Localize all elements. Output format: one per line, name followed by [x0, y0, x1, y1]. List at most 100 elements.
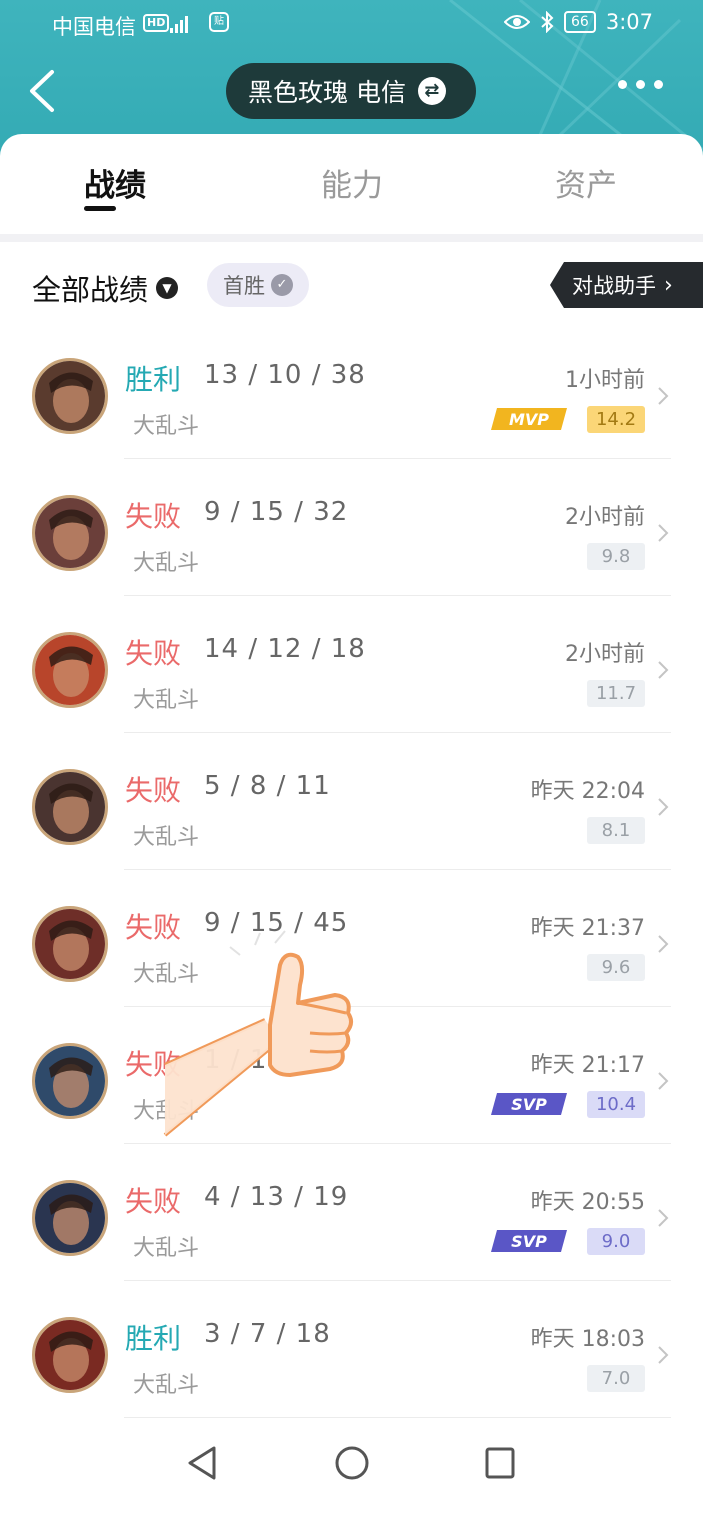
- more-button[interactable]: [618, 80, 663, 89]
- match-result: 失败: [125, 1185, 182, 1218]
- kda-stats: 1 / 14: [204, 1045, 285, 1075]
- match-row[interactable]: 失败 5 / 8 / 11 大乱斗 昨天 22:04 8.1: [0, 733, 703, 870]
- more-dot-icon: [636, 80, 645, 89]
- svp-badge-icon: SVP: [491, 1230, 567, 1252]
- match-time: 1小时前: [565, 368, 645, 393]
- hero-avatar: [32, 1180, 108, 1256]
- hero-avatar: [32, 906, 108, 982]
- signal-icon: [170, 13, 188, 33]
- badge-label: SVP: [511, 1232, 547, 1251]
- game-mode: 大乱斗: [133, 1373, 200, 1398]
- back-button[interactable]: [26, 68, 66, 116]
- match-time: 2小时前: [565, 642, 645, 667]
- match-time: 昨天 18:03: [530, 1327, 645, 1352]
- hero-avatar: [32, 632, 108, 708]
- match-row[interactable]: 失败 9 / 15 / 32 大乱斗 2小时前 9.8: [0, 459, 703, 596]
- kda-stats: 13 / 10 / 38: [204, 360, 366, 390]
- hero-avatar: [32, 358, 108, 434]
- game-mode: 大乱斗: [133, 825, 200, 850]
- match-score: 9.8: [587, 543, 645, 570]
- kda-stats: 14 / 12 / 18: [204, 634, 366, 664]
- nav-home-icon[interactable]: [334, 1445, 370, 1481]
- nav-back-icon[interactable]: [186, 1445, 218, 1481]
- bluetooth-icon: [541, 11, 554, 33]
- match-row[interactable]: 失败 14 / 12 / 18 大乱斗 2小时前 11.7: [0, 596, 703, 733]
- navbar: 黑色玫瑰 电信 ⇄: [0, 56, 703, 128]
- tab-ability[interactable]: 能力: [321, 160, 383, 205]
- active-tab-indicator: [84, 206, 116, 211]
- battle-helper-label: 对战助手: [572, 274, 656, 298]
- hero-portrait-icon: [35, 635, 105, 705]
- tab-record[interactable]: 战绩: [84, 160, 146, 205]
- swap-icon: ⇄: [417, 77, 446, 105]
- match-result: 胜利: [125, 1322, 182, 1355]
- match-time: 昨天 21:17: [530, 1053, 645, 1078]
- tab-bar: 战绩 能力 资产: [0, 134, 703, 234]
- tab-assets[interactable]: 资产: [555, 160, 617, 205]
- carrier-label: 中国电信: [52, 15, 136, 39]
- match-row[interactable]: 失败 1 / 14 大乱斗 昨天 21:17 SVP 10.4: [0, 1007, 703, 1144]
- svp-badge-icon: SVP: [491, 1093, 567, 1115]
- match-result: 失败: [125, 637, 182, 670]
- badge-label: SVP: [511, 1095, 547, 1114]
- match-row[interactable]: 失败 4 / 13 / 19 大乱斗 昨天 20:55 SVP 9.0: [0, 1144, 703, 1281]
- chevron-right-icon: [658, 1072, 669, 1090]
- nav-recents-icon[interactable]: [484, 1445, 516, 1481]
- all-records-filter[interactable]: 全部战绩 ▼: [32, 267, 179, 309]
- match-score: 10.4: [587, 1091, 645, 1118]
- match-result: 失败: [125, 911, 182, 944]
- chevron-right-icon: [658, 524, 669, 542]
- first-win-filter[interactable]: 首胜 ✓: [207, 263, 309, 307]
- hero-portrait-icon: [35, 772, 105, 842]
- hero-portrait-icon: [35, 1046, 105, 1116]
- chevron-right-icon: [658, 1346, 669, 1364]
- match-score: 14.2: [587, 406, 645, 433]
- hero-portrait-icon: [35, 361, 105, 431]
- match-time: 昨天 20:55: [530, 1190, 645, 1215]
- clock: 3:07: [605, 10, 653, 34]
- more-dot-icon: [618, 80, 627, 89]
- hero-portrait-icon: [35, 909, 105, 979]
- more-dot-icon: [654, 80, 663, 89]
- game-mode: 大乱斗: [133, 414, 200, 439]
- match-score: 9.6: [587, 954, 645, 981]
- match-result: 胜利: [125, 363, 182, 396]
- game-mode: 大乱斗: [133, 962, 200, 987]
- match-list: 胜利 13 / 10 / 38 大乱斗 1小时前 MVP 14.2 失败 9 /…: [0, 322, 703, 1418]
- chevron-right-icon: [658, 798, 669, 816]
- match-score: 9.0: [587, 1228, 645, 1255]
- match-result: 失败: [125, 1048, 182, 1081]
- chevron-down-icon: ▼: [156, 277, 179, 299]
- account-switcher[interactable]: 黑色玫瑰 电信 ⇄: [226, 63, 476, 119]
- filter-row: 全部战绩 ▼ 首胜 ✓ 对战助手 ›: [0, 252, 703, 322]
- section-separator: [0, 234, 703, 242]
- match-result: 失败: [125, 500, 182, 533]
- row-divider: [124, 1417, 671, 1418]
- match-result: 失败: [125, 774, 182, 807]
- badge-label: MVP: [509, 410, 549, 429]
- chevron-right-icon: [658, 661, 669, 679]
- match-row[interactable]: 胜利 3 / 7 / 18 大乱斗 昨天 18:03 7.0: [0, 1281, 703, 1418]
- match-score: 11.7: [587, 680, 645, 707]
- match-row[interactable]: 失败 9 / 15 / 45 大乱斗 昨天 21:37 9.6: [0, 870, 703, 1007]
- chevron-right-icon: ›: [664, 272, 673, 298]
- kda-stats: 9 / 15 / 45: [204, 908, 349, 938]
- back-arrow-icon: [30, 70, 54, 112]
- game-mode: 大乱斗: [133, 1236, 200, 1261]
- kda-stats: 3 / 7 / 18: [204, 1319, 331, 1349]
- match-time: 昨天 22:04: [530, 779, 645, 804]
- game-mode: 大乱斗: [133, 1099, 200, 1124]
- hero-portrait-icon: [35, 498, 105, 568]
- game-mode: 大乱斗: [133, 688, 200, 713]
- hero-avatar: [32, 495, 108, 571]
- match-row[interactable]: 胜利 13 / 10 / 38 大乱斗 1小时前 MVP 14.2: [0, 322, 703, 459]
- eye-icon: [504, 15, 530, 29]
- game-mode: 大乱斗: [133, 551, 200, 576]
- match-time: 昨天 21:37: [530, 916, 645, 941]
- first-win-label: 首胜: [223, 274, 265, 298]
- kda-stats: 4 / 13 / 19: [204, 1182, 349, 1212]
- battery-icon: 66: [564, 11, 596, 33]
- battle-helper-button[interactable]: 对战助手 ›: [550, 262, 703, 308]
- app-notification-icon: 贴: [209, 12, 229, 32]
- hero-portrait-icon: [35, 1183, 105, 1253]
